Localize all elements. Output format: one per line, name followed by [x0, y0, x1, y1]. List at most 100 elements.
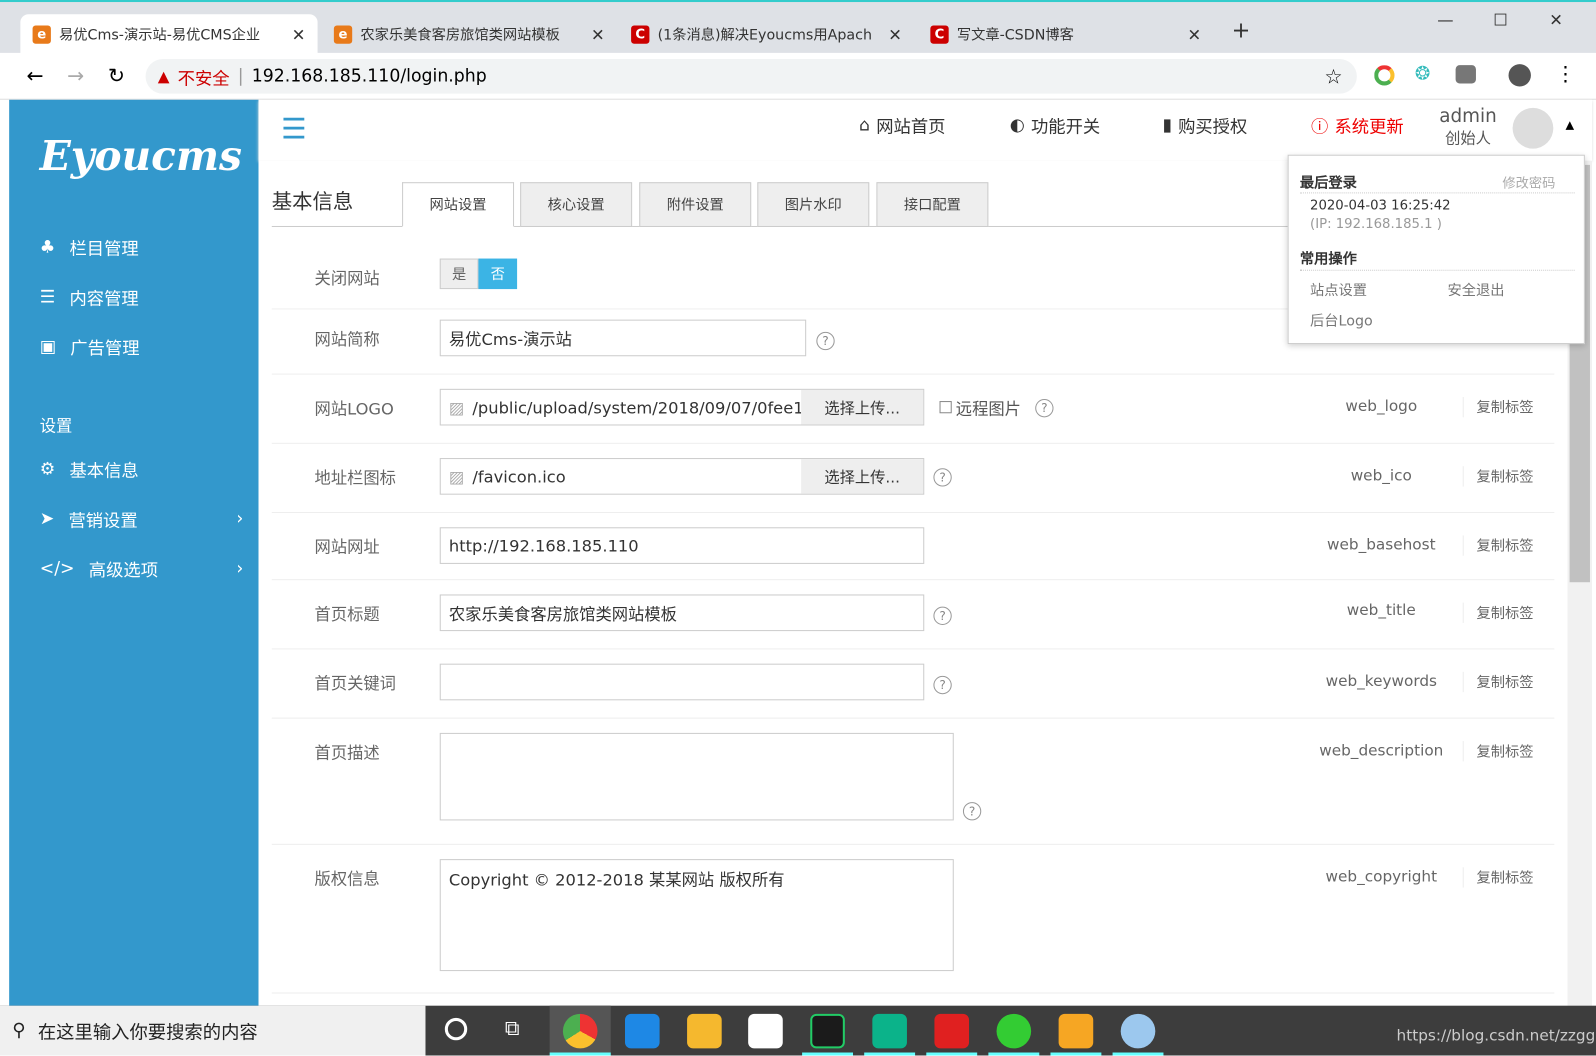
site-settings-link[interactable]: 站点设置	[1310, 280, 1367, 300]
remote-image-checkbox[interactable]	[939, 401, 952, 414]
site-home-link[interactable]: ⌂ 网站首页	[859, 112, 945, 138]
sidebar-item-ads[interactable]: ▣ 广告管理	[40, 334, 244, 359]
copy-tag-button[interactable]: 复制标签	[1462, 602, 1546, 623]
tab-watermark[interactable]: 图片水印	[757, 182, 870, 227]
reload-icon[interactable]: ↻	[108, 63, 125, 87]
form-row: 地址栏图标 ▨ /favicon.ico 选择上传... ? web_ico 复制标…	[271, 444, 1555, 514]
search-placeholder: 在这里输入你要搜索的内容	[37, 1021, 258, 1043]
vmware-icon[interactable]	[1058, 1013, 1094, 1049]
change-password-link[interactable]: 修改密码	[1502, 172, 1555, 191]
back-icon[interactable]: ←	[26, 63, 43, 87]
user-menu[interactable]: admin 创始人	[1439, 106, 1496, 149]
tab-site-settings[interactable]: 网站设置	[402, 182, 515, 227]
home-icon: ⌂	[859, 114, 871, 135]
browser-tab[interactable]: e 农家乐美食客房旅馆类网站模板 ✕	[322, 14, 617, 55]
form-row: 首页关键词 ? web_keywords 复制标签	[271, 649, 1555, 719]
copy-tag-button[interactable]: 复制标签	[1462, 466, 1546, 487]
copy-tag-button[interactable]: 复制标签	[1462, 741, 1546, 762]
copy-tag-button[interactable]: 复制标签	[1462, 671, 1546, 693]
extension-icon[interactable]: ❂	[1415, 63, 1430, 84]
copy-tag-button[interactable]: 复制标签	[1462, 867, 1546, 888]
option-yes[interactable]: 是	[439, 258, 479, 290]
site-name-input[interactable]: 易优Cms-演示站	[439, 319, 807, 357]
close-tab-icon[interactable]: ✕	[292, 25, 306, 44]
url-text[interactable]: 192.168.185.110/login.php	[252, 66, 487, 86]
favicon-input[interactable]: ▨ /favicon.ico 选择上传...	[439, 458, 925, 495]
browser-tab[interactable]: C 写文章-CSDN博客 ✕	[918, 14, 1213, 55]
upload-button[interactable]: 选择上传...	[801, 389, 924, 425]
app-icon[interactable]	[1120, 1013, 1156, 1049]
field-label: 地址栏图标	[314, 468, 396, 488]
system-update-link[interactable]: ⓘ 系统更新	[1311, 112, 1404, 137]
file-explorer-icon[interactable]	[687, 1013, 722, 1049]
avatar[interactable]	[1512, 107, 1554, 149]
star-icon[interactable]: ☆	[1324, 64, 1342, 88]
forward-icon[interactable]: →	[67, 63, 84, 87]
taskbar-search[interactable]: ⚲ 在这里输入你要搜索的内容	[0, 1005, 426, 1056]
sidebar-item-columns[interactable]: ♣ 栏目管理	[39, 234, 244, 260]
close-tab-icon[interactable]: ✕	[1187, 25, 1201, 44]
extension-icon[interactable]	[1455, 65, 1476, 84]
sidebar-item-marketing[interactable]: ➤ 营销设置 ›	[40, 506, 244, 531]
logo-input[interactable]: ▨ /public/upload/system/2018/09/07/0fee1 选…	[439, 388, 925, 426]
tab-title: 写文章-CSDN博客	[956, 27, 1074, 44]
home-keywords-input[interactable]	[439, 663, 925, 701]
store-icon[interactable]	[748, 1013, 783, 1049]
copyright-textarea[interactable]: Copyright © 2012-2018 某某网站 版权所有	[439, 859, 954, 972]
pycharm-icon[interactable]	[810, 1013, 845, 1049]
close-site-toggle[interactable]: 是 否	[439, 258, 518, 290]
help-icon[interactable]: ?	[1035, 399, 1054, 418]
task-view-icon[interactable]: ⧉	[505, 1016, 520, 1040]
user-role: 创始人	[1445, 129, 1491, 148]
option-no[interactable]: 否	[478, 258, 518, 290]
field-label: 网站网址	[314, 537, 380, 557]
help-icon[interactable]: ?	[933, 675, 952, 695]
close-tab-icon[interactable]: ✕	[888, 25, 902, 44]
browser-tab[interactable]: C (1条消息)解决Eyoucms用Apach ✕	[619, 14, 914, 55]
browser-tab[interactable]: e 易优Cms-演示站-易优CMS企业 ✕	[20, 14, 318, 55]
tab-core-settings[interactable]: 核心设置	[520, 182, 633, 227]
sidebar-item-content[interactable]: ☰ 内容管理	[40, 284, 244, 310]
sidebar-item-advanced[interactable]: </> 高级选项 ›	[40, 556, 244, 581]
cortana-icon[interactable]	[444, 1017, 468, 1041]
pdf-icon[interactable]	[872, 1013, 907, 1049]
new-tab-button[interactable]: +	[1232, 18, 1251, 43]
url-bar[interactable]: ▲ 不安全 | 192.168.185.110/login.php ☆	[145, 59, 1357, 94]
admin-logo-link[interactable]: 后台Logo	[1310, 310, 1373, 330]
sitemap-icon: ♣	[39, 236, 56, 258]
feature-toggle-link[interactable]: ◐ 功能开关	[1010, 112, 1100, 138]
copy-tag-button[interactable]: 复制标签	[1462, 535, 1546, 556]
maximize-button[interactable]: ☐	[1493, 10, 1508, 29]
security-label[interactable]: 不安全	[178, 64, 230, 89]
label: 高级选项	[88, 560, 158, 582]
chrome-icon	[562, 1013, 598, 1049]
help-icon[interactable]: ?	[962, 802, 982, 821]
home-title-input[interactable]: 农家乐美食客房旅馆类网站模板	[439, 594, 925, 632]
extension-icon[interactable]	[1374, 65, 1395, 86]
profile-icon[interactable]	[1508, 64, 1531, 87]
help-icon[interactable]: ?	[933, 606, 952, 625]
mail-icon[interactable]	[624, 1013, 660, 1049]
hamburger-icon[interactable]: ☰	[281, 112, 307, 146]
field-label: 版权信息	[314, 869, 380, 889]
chrome-taskbar-button[interactable]	[549, 1005, 611, 1056]
sidebar-item-basic-info[interactable]: ⚙ 基本信息	[40, 456, 244, 482]
help-icon[interactable]: ?	[816, 331, 835, 351]
buy-license-link[interactable]: ▮ 购买授权	[1162, 112, 1247, 138]
youdao-icon[interactable]	[934, 1013, 970, 1049]
copy-tag-button[interactable]: 复制标签	[1462, 396, 1546, 418]
close-tab-icon[interactable]: ✕	[591, 25, 605, 44]
wechat-icon[interactable]	[996, 1013, 1032, 1049]
logout-link[interactable]: 安全退出	[1447, 280, 1504, 300]
help-icon[interactable]: ?	[933, 468, 952, 487]
upload-button[interactable]: 选择上传...	[801, 459, 924, 494]
tab-api-config[interactable]: 接口配置	[876, 182, 989, 227]
tab-attachment-settings[interactable]: 附件设置	[639, 182, 752, 227]
close-window-button[interactable]: ✕	[1549, 10, 1563, 29]
home-description-textarea[interactable]	[439, 732, 954, 821]
base-url-input[interactable]: http://192.168.185.110	[439, 527, 925, 564]
menu-icon[interactable]: ⋮	[1555, 61, 1575, 85]
variable-name: web_ico	[1350, 466, 1412, 485]
minimize-button[interactable]: —	[1437, 10, 1453, 29]
caret-up-icon[interactable]: ▲	[1566, 118, 1575, 131]
